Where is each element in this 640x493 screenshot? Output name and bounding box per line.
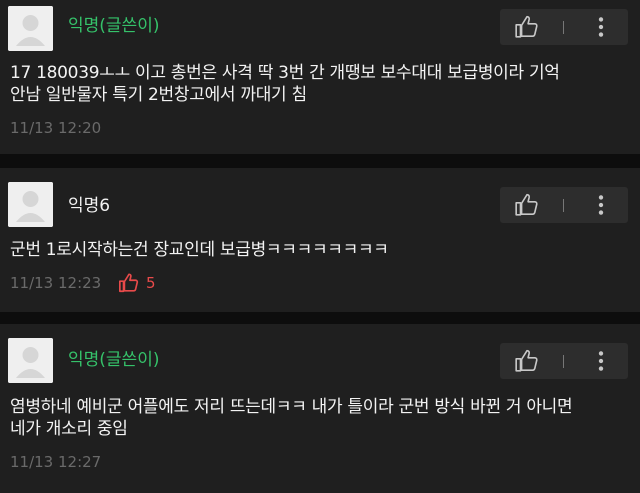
comment-line: 염병하네 예비군 어플에도 저리 뜨는데ㅋㅋ 내가 틀이라 군번 방식 바뀐 거…: [10, 397, 573, 417]
comment-author[interactable]: 익명(글쓴이): [68, 16, 159, 36]
comment-author[interactable]: 익명(글쓴이): [68, 350, 159, 370]
comment-timestamp: 11/13 12:27: [10, 453, 102, 471]
comment-actions: [500, 187, 628, 223]
comment-item: 익명(글쓴이) 염병하네 예비군 어플에도 저리 뜨는데ㅋㅋ 내가 틀이라 군번…: [0, 324, 640, 493]
avatar[interactable]: [8, 6, 53, 51]
comment-line: 네가 개소리 중임: [10, 419, 128, 439]
default-profile-avatar-icon: [8, 338, 53, 383]
more-vertical-icon[interactable]: [588, 348, 614, 374]
comment-body: 염병하네 예비군 어플에도 저리 뜨는데ㅋㅋ 내가 틀이라 군번 방식 바뀐 거…: [10, 396, 635, 440]
thumbs-up-icon[interactable]: [514, 192, 540, 218]
comment-author[interactable]: 익명6: [68, 196, 110, 216]
comment-timestamp: 11/13 12:23: [10, 274, 102, 292]
default-profile-avatar-icon: [8, 182, 53, 227]
comment-line: 17 180039ㅗㅗ 이고 총번은 사격 딱 3번 간 개땡보 보수대대 보급…: [10, 63, 560, 83]
like-count: 5: [146, 274, 156, 292]
thumbs-up-icon[interactable]: [514, 14, 540, 40]
comment-actions: [500, 343, 628, 379]
avatar[interactable]: [8, 182, 53, 227]
comment-line: 안남 일반물자 특기 2번창고에서 까대기 침: [10, 85, 307, 105]
comment-item: 익명(글쓴이) 17 180039ㅗㅗ 이고 총번은 사격 딱 3번 간 개땡보…: [0, 0, 640, 154]
default-profile-avatar-icon: [8, 6, 53, 51]
actions-divider: [563, 199, 564, 212]
comment-line: 군번 1로시작하는건 장교인데 보급병ㅋㅋㅋㅋㅋㅋㅋㅋ: [10, 240, 389, 260]
comment-likes: 5: [118, 272, 156, 294]
actions-divider: [563, 355, 564, 368]
thumbs-up-icon: [119, 273, 139, 293]
comment-actions: [500, 9, 628, 45]
thumbs-up-icon[interactable]: [514, 348, 540, 374]
comment-timestamp: 11/13 12:20: [10, 119, 102, 137]
comment-item: 익명6 군번 1로시작하는건 장교인데 보급병ㅋㅋㅋㅋㅋㅋㅋㅋ 11/13 12…: [0, 168, 640, 312]
comment-body: 군번 1로시작하는건 장교인데 보급병ㅋㅋㅋㅋㅋㅋㅋㅋ: [10, 239, 635, 261]
actions-divider: [563, 21, 564, 34]
comment-body: 17 180039ㅗㅗ 이고 총번은 사격 딱 3번 간 개땡보 보수대대 보급…: [10, 62, 635, 106]
more-vertical-icon[interactable]: [588, 14, 614, 40]
avatar[interactable]: [8, 338, 53, 383]
more-vertical-icon[interactable]: [588, 192, 614, 218]
